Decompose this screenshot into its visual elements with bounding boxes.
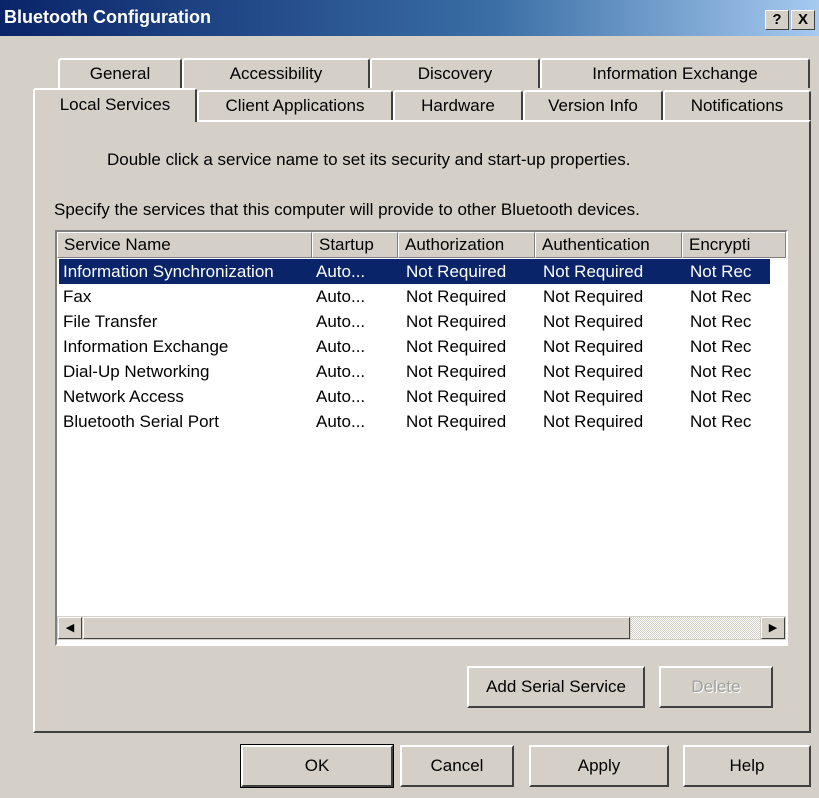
table-row[interactable]: Information Synchronization Auto... Not … [59,259,770,284]
services-list[interactable]: Service Name Startup Authorization Authe… [55,230,788,646]
authentication-cell: Not Required [543,262,644,281]
tab-local-services[interactable]: Local Services [33,88,197,122]
scroll-left-icon[interactable]: ◀ [58,617,82,639]
service-name-cell: Bluetooth Serial Port [63,412,219,431]
table-row[interactable]: Dial-Up Networking Auto... Not Required … [59,359,770,384]
authorization-cell: Not Required [406,287,507,306]
startup-cell: Auto... [316,287,366,306]
authorization-cell: Not Required [406,337,507,356]
service-name-cell: Dial-Up Networking [63,362,210,381]
authentication-cell: Not Required [543,412,644,431]
column-authentication[interactable]: Authentication [535,232,682,258]
service-name-cell: File Transfer [63,312,158,331]
encryption-cell: Not Rec [690,262,752,281]
scroll-thumb[interactable] [83,617,630,639]
encryption-cell: Not Rec [690,287,752,306]
table-row[interactable]: Bluetooth Serial Port Auto... Not Requir… [59,409,770,434]
help-button[interactable]: Help [683,745,811,787]
startup-cell: Auto... [316,312,366,331]
description-text: Specify the services that this computer … [54,200,640,219]
encryption-cell: Not Rec [690,337,752,356]
table-row[interactable]: File Transfer Auto... Not Required Not R… [59,309,770,334]
horizontal-scrollbar[interactable]: ◀ ▶ [57,616,786,640]
tab-hardware[interactable]: Hardware [393,90,523,120]
tab-client-applications[interactable]: Client Applications [197,90,393,120]
tab-notifications[interactable]: Notifications [663,90,811,120]
tab-information-exchange[interactable]: Information Exchange [540,58,810,88]
column-authorization[interactable]: Authorization [398,232,535,258]
startup-cell: Auto... [316,387,366,406]
column-encryption[interactable]: Encrypti [682,232,786,258]
local-services-panel: Double click a service name to set its s… [33,120,811,733]
table-row[interactable]: Network Access Auto... Not Required Not … [59,384,770,409]
tab-discovery[interactable]: Discovery [370,58,540,88]
window-title: Bluetooth Configuration [4,7,211,27]
title-bar[interactable]: Bluetooth Configuration ? X [0,0,819,36]
service-name-cell: Information Exchange [63,337,229,356]
encryption-cell: Not Rec [690,362,752,381]
startup-cell: Auto... [316,412,366,431]
close-icon[interactable]: X [791,10,815,30]
column-service-name[interactable]: Service Name [57,232,312,258]
service-name-cell: Network Access [63,387,184,406]
delete-button[interactable]: Delete [659,666,773,708]
tab-accessibility[interactable]: Accessibility [182,58,370,88]
authorization-cell: Not Required [406,412,507,431]
table-row[interactable]: Information Exchange Auto... Not Require… [59,334,770,359]
encryption-cell: Not Rec [690,312,752,331]
encryption-cell: Not Rec [690,412,752,431]
service-name-cell: Information Synchronization [63,262,274,281]
tab-version-info[interactable]: Version Info [523,90,663,120]
authentication-cell: Not Required [543,362,644,381]
service-name-cell: Fax [63,287,92,306]
scroll-track[interactable] [631,617,760,639]
startup-cell: Auto... [316,262,366,281]
add-serial-service-button[interactable]: Add Serial Service [467,666,645,708]
authorization-cell: Not Required [406,312,507,331]
authorization-cell: Not Required [406,362,507,381]
startup-cell: Auto... [316,337,366,356]
apply-button[interactable]: Apply [529,745,669,787]
cancel-button[interactable]: Cancel [400,745,514,787]
authorization-cell: Not Required [406,262,507,281]
help-title-button[interactable]: ? [765,10,789,30]
tab-general[interactable]: General [58,58,182,88]
table-row[interactable]: Fax Auto... Not Required Not Required No… [59,284,770,309]
authentication-cell: Not Required [543,337,644,356]
authorization-cell: Not Required [406,387,507,406]
encryption-cell: Not Rec [690,387,752,406]
startup-cell: Auto... [316,362,366,381]
ok-button[interactable]: OK [240,744,394,788]
authentication-cell: Not Required [543,387,644,406]
list-header: Service Name Startup Authorization Authe… [57,232,786,258]
instruction-text: Double click a service name to set its s… [107,150,631,169]
authentication-cell: Not Required [543,287,644,306]
scroll-right-icon[interactable]: ▶ [761,617,785,639]
authentication-cell: Not Required [543,312,644,331]
column-startup[interactable]: Startup [312,232,398,258]
